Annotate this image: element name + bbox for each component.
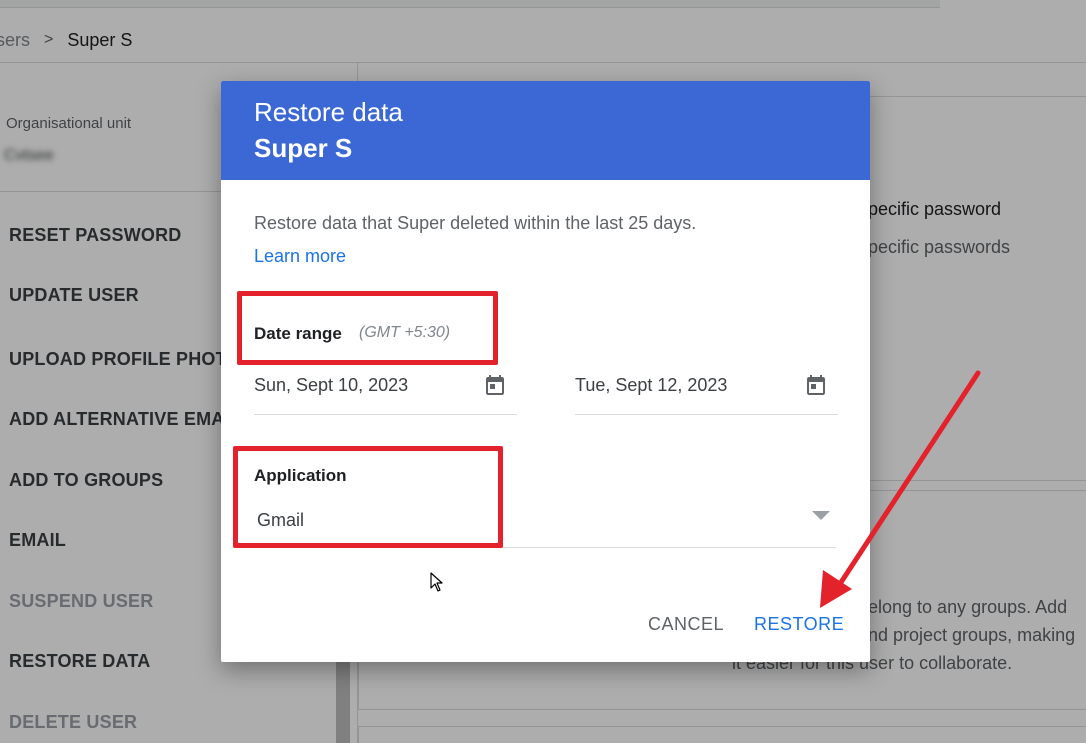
dialog-title: Restore data: [254, 97, 403, 127]
mouse-pointer-icon: [430, 572, 443, 592]
end-date-value: Tue, Sept 12, 2023: [575, 375, 728, 395]
dialog-description: Restore data that Super deleted within t…: [254, 213, 697, 233]
cancel-button[interactable]: CANCEL: [648, 614, 724, 635]
dialog-user-name: Super S: [254, 133, 353, 163]
end-date-field[interactable]: Tue, Sept 12, 2023: [575, 359, 838, 415]
restore-data-dialog: Restore data Super S Restore data that S…: [221, 81, 870, 662]
dropdown-arrow-icon: [812, 511, 830, 520]
dialog-header: Restore data Super S: [221, 81, 870, 180]
admin-console-page: sers > Super S Organisational unit Cvtse…: [0, 0, 1086, 743]
restore-button[interactable]: RESTORE: [754, 614, 844, 635]
calendar-icon[interactable]: [483, 373, 507, 397]
start-date-value: Sun, Sept 10, 2023: [254, 375, 409, 395]
calendar-icon[interactable]: [804, 373, 828, 397]
date-range-highlight: [237, 291, 498, 365]
start-date-field[interactable]: Sun, Sept 10, 2023: [254, 359, 517, 415]
application-highlight: [233, 446, 503, 548]
learn-more-link[interactable]: Learn more: [254, 246, 346, 267]
